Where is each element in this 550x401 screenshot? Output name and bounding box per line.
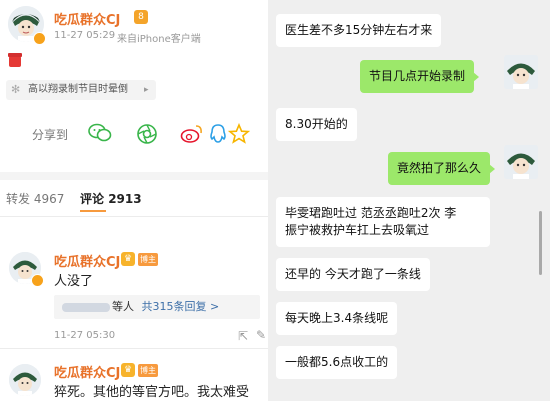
post-time: 11-27 05:29: [54, 30, 116, 41]
tab-comments-count: 2913: [108, 192, 142, 206]
chat-message-text: 还早的 今天才跑了一条线: [285, 267, 421, 281]
crown-badge-icon: ♛: [121, 363, 135, 377]
comment-author-name[interactable]: 吃瓜群众CJ: [54, 362, 120, 381]
verified-badge-icon: [33, 32, 46, 45]
replies-prefix: 等人: [112, 300, 134, 313]
comments-divider: [0, 348, 268, 349]
weibo-panel: 吃瓜群众CJ 8 11-27 05:29 来自iPhone客户端 ✻ 高以翔录制…: [0, 0, 268, 401]
chat-message-text: 8.30开始的: [285, 117, 348, 131]
comment-time: 11-27 05:30: [54, 330, 116, 341]
crown-badge-icon: ♛: [121, 252, 135, 266]
comment-text: 人没了: [54, 274, 94, 289]
replies-link[interactable]: 共315条回复 >: [142, 300, 220, 313]
chat-message-left: 医生差不多15分钟左右才来: [276, 14, 442, 47]
share-label: 分享到: [32, 128, 69, 142]
topic-pill-label: 高以翔录制节目时晕倒: [28, 84, 128, 95]
qzone-star-icon[interactable]: [227, 122, 251, 149]
qq-icon[interactable]: [208, 123, 228, 149]
tabs-divider: [0, 216, 268, 217]
tab-repost[interactable]: 转发 4967: [6, 190, 64, 207]
chat-message-left: 毕雯珺跑吐过 范丞丞跑吐2次 李 振宁被救护车扛上去吸氧过: [276, 197, 490, 247]
blogger-badge: 博主: [138, 253, 158, 266]
tab-comments[interactable]: 评论 2913: [80, 190, 142, 207]
comment-text: 猝死。其他的等官方吧。我太难受了。: [54, 385, 250, 400]
tab-comments-label: 评论: [80, 192, 105, 206]
topic-pill[interactable]: ✻ 高以翔录制节目时晕倒 ▸: [6, 80, 156, 100]
tab-repost-label: 转发: [6, 192, 31, 206]
chat-message-left: 每天晚上3.4条线呢: [276, 302, 398, 335]
chat-scrollbar[interactable]: [539, 211, 542, 275]
comment-author-name[interactable]: 吃瓜群众CJ: [54, 251, 120, 270]
chat-message-text-line2: 振宁被救护车扛上去吸氧过: [285, 223, 430, 237]
section-separator: [0, 172, 268, 180]
gift-icon: [8, 53, 22, 67]
chat-message-text: 节目几点开始录制: [369, 69, 466, 83]
chat-message-right: 竟然拍了那么久: [388, 152, 496, 185]
chat-self-avatar[interactable]: [504, 55, 538, 89]
reply-icon[interactable]: ✎: [256, 328, 266, 342]
post-author-name[interactable]: 吃瓜群众CJ: [54, 9, 120, 28]
comment-avatar[interactable]: [9, 364, 41, 396]
verified-badge-icon: [31, 274, 44, 287]
chat-message-left: 一般都5.6点收工的: [276, 346, 398, 379]
blurred-usernames: [62, 302, 110, 312]
replies-box[interactable]: 等人 共315条回复 >: [54, 295, 260, 319]
post-source: 来自iPhone客户端: [117, 34, 201, 45]
chat-message-text-line1: 毕雯珺跑吐过 范丞丞跑吐2次 李: [285, 206, 457, 220]
chat-message-text: 医生差不多15分钟左右才来: [285, 23, 433, 37]
chat-message-left: 8.30开始的: [276, 108, 357, 141]
chat-message-right: 节目几点开始录制: [360, 60, 480, 93]
chat-message-text: 每天晚上3.4条线呢: [285, 311, 389, 325]
wechat-icon[interactable]: [88, 123, 112, 147]
blogger-badge: 博主: [138, 364, 158, 377]
weibo-icon[interactable]: [180, 123, 204, 149]
caret-right-icon: ▸: [144, 85, 149, 95]
moments-icon[interactable]: [136, 123, 158, 149]
sparkle-icon: ✻: [11, 83, 21, 96]
chat-self-avatar[interactable]: [504, 145, 538, 179]
tab-repost-count: 4967: [33, 192, 65, 206]
chat-message-left: 还早的 今天才跑了一条线: [276, 258, 430, 291]
chat-message-text: 一般都5.6点收工的: [285, 355, 389, 369]
share-out-icon[interactable]: ⇱: [238, 329, 248, 343]
level-badge: 8: [134, 10, 148, 24]
active-tab-indicator: [80, 210, 106, 212]
chat-message-text: 竟然拍了那么久: [397, 161, 482, 175]
